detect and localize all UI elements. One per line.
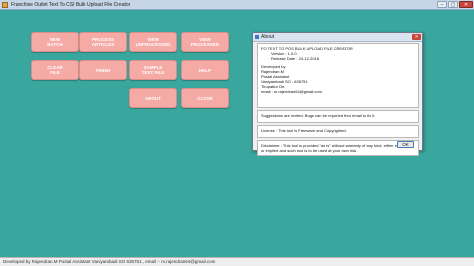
window-controls: – ▢ ✕ <box>436 1 473 8</box>
maximize-button[interactable]: ▢ <box>448 1 458 8</box>
title-bar: Franchise Outlet Text To CSI Bulk Upload… <box>0 0 474 10</box>
status-bar: Developed by Rajendran.M Postal Assistan… <box>0 257 474 266</box>
suggestions-panel: Suggestions are invited. Bugs can be rep… <box>257 110 419 123</box>
suggestions-text: Suggestions are invited. Bugs can be rep… <box>261 113 376 118</box>
about-close-button[interactable]: ✕ <box>412 34 421 40</box>
process-articles-button[interactable]: PROCESS ARTICLES <box>79 32 127 52</box>
license-text: License : This tool is Freeware and Copy… <box>261 128 347 133</box>
license-panel: License : This tool is Freeware and Copy… <box>257 125 419 138</box>
finish-button[interactable]: FINISH <box>79 60 127 80</box>
ok-button[interactable]: OK <box>397 141 414 148</box>
about-dialog-title: About <box>261 34 275 40</box>
clear-file-button[interactable]: CLEAR FILE <box>31 60 79 80</box>
about-dialog-titlebar: About ✕ <box>253 33 422 42</box>
close-window-button[interactable]: ✕ <box>459 1 473 8</box>
view-processed-button[interactable]: VIEW PROCESSED <box>181 32 229 52</box>
minimize-button[interactable]: – <box>437 1 447 8</box>
view-unprocessed-button[interactable]: VIEW UNPROCESSED <box>129 32 177 52</box>
new-batch-button[interactable]: NEW BATCH <box>31 32 79 52</box>
developer-email: email : m.rajendran64@gmail.com <box>261 89 322 94</box>
help-button[interactable]: HELP <box>181 60 229 80</box>
about-info-panel: FO TEXT TO POS BULK UPLOAD FILE CREATOR … <box>257 43 419 108</box>
close-button[interactable]: CLOSE <box>181 88 229 108</box>
window-title: Franchise Outlet Text To CSI Bulk Upload… <box>11 1 131 8</box>
about-dialog: About ✕ FO TEXT TO POS BULK UPLOAD FILE … <box>252 32 423 156</box>
disclaimer-panel: Disclaimer : This tool is provided "as i… <box>257 140 419 156</box>
about-dialog-body: FO TEXT TO POS BULK UPLOAD FILE CREATOR … <box>257 43 419 156</box>
info-icon <box>255 35 259 39</box>
about-button[interactable]: ABOUT <box>129 88 177 108</box>
sample-text-file-button[interactable]: SAMPLE TEXT FILE <box>129 60 177 80</box>
app-icon <box>2 1 8 8</box>
disclaimer-text-2: or implied and such tool is to be used a… <box>261 148 358 153</box>
